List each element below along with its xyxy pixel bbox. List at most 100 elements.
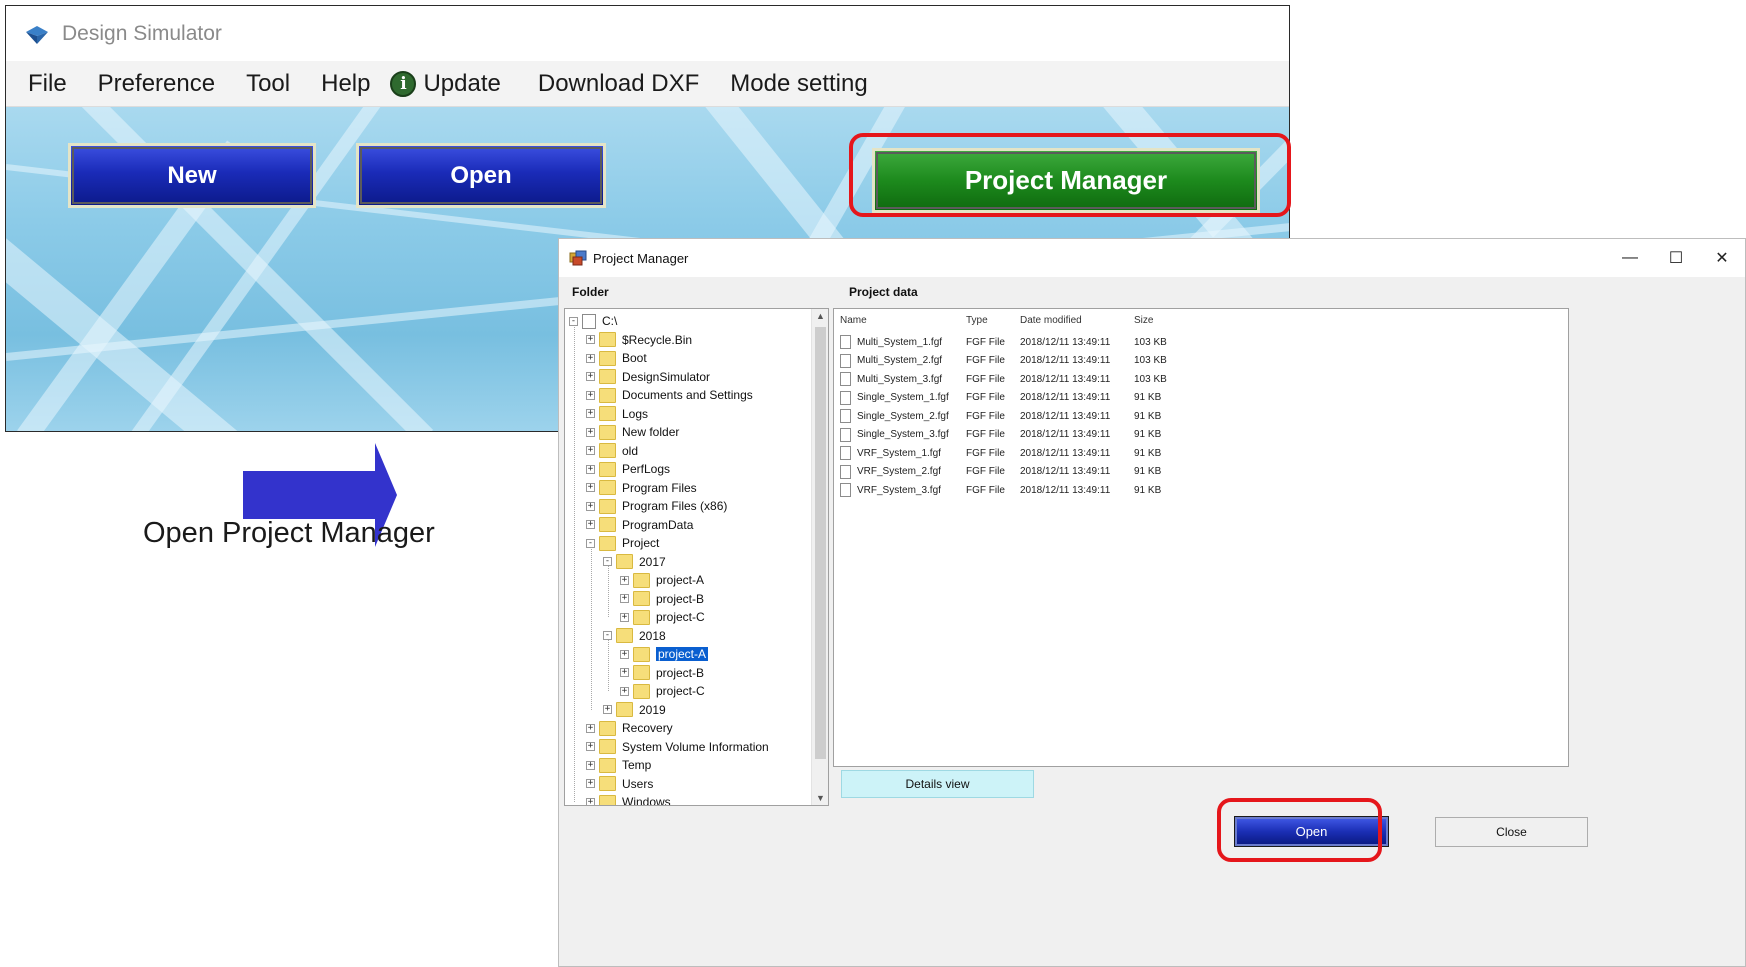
tree-item[interactable]: +2019 [603, 701, 666, 719]
file-list[interactable]: Name Type Date modified Size Multi_Syste… [833, 308, 1569, 767]
folder-icon [599, 720, 616, 736]
tree-scrollbar[interactable]: ▲ ▼ [811, 309, 828, 805]
expand-icon[interactable]: + [586, 797, 595, 805]
folder-icon [616, 702, 633, 717]
file-row[interactable]: Multi_System_3.fgf FGF File 2018/12/11 13:… [840, 370, 1220, 388]
tree-item[interactable]: + Program Files [586, 479, 697, 497]
file-name: Single_System_3.fgf [857, 429, 949, 440]
minimize-icon[interactable]: — [1607, 239, 1653, 277]
expand-icon[interactable]: + [586, 446, 595, 455]
tree-item[interactable]: - Project [586, 534, 659, 552]
collapse-icon[interactable]: - [603, 557, 612, 566]
tree-item[interactable]: + Windows [586, 793, 671, 805]
expand-icon[interactable]: + [620, 612, 629, 622]
column-name[interactable]: Name [840, 315, 867, 326]
expand-icon[interactable]: + [620, 686, 629, 696]
expand-icon[interactable]: + [620, 594, 629, 603]
collapse-icon[interactable]: - [603, 631, 612, 640]
expand-icon[interactable]: + [586, 501, 595, 511]
menu-preference[interactable]: Preference [98, 70, 215, 98]
new-button[interactable]: New [68, 143, 316, 208]
collapse-icon[interactable]: - [586, 538, 595, 548]
scrollbar-thumb[interactable] [815, 327, 826, 759]
folder-tree[interactable]: - C:\ + $Recycle.Bin + Boot + DesignSimulator + D… [564, 308, 829, 806]
menu-mode-setting[interactable]: Mode setting [730, 70, 867, 98]
tree-item-label: Program Files (x86) [622, 499, 728, 513]
tree-item[interactable]: - 2017 [603, 553, 666, 571]
tree-item-label: Project [622, 536, 660, 550]
expand-icon[interactable]: + [586, 742, 595, 751]
tree-item-label: project-B [656, 665, 705, 680]
expand-icon[interactable]: + [586, 520, 595, 529]
expand-icon[interactable]: + [586, 372, 595, 381]
tree-item[interactable]: + Recovery [586, 719, 673, 737]
menu-file[interactable]: File [28, 70, 67, 98]
tree-item[interactable]: + project-C [620, 682, 705, 700]
folder-icon [599, 757, 616, 773]
tree-item[interactable]: - C:\ [569, 312, 617, 330]
file-name: VRF_System_2.fgf [857, 466, 941, 477]
column-type[interactable]: Type [966, 315, 988, 326]
menu-tool[interactable]: Tool [246, 70, 290, 98]
tree-item[interactable]: + $Recycle.Bin [586, 331, 692, 349]
expand-icon[interactable]: + [586, 760, 595, 770]
tree-item[interactable]: + System Volume Information [586, 738, 769, 756]
tree-item[interactable]: - 2018 [603, 627, 666, 645]
expand-icon[interactable]: + [620, 668, 629, 677]
expand-icon[interactable]: + [620, 575, 629, 585]
tree-item[interactable]: + Temp [586, 756, 651, 774]
tree-item[interactable]: + project-C [620, 608, 705, 626]
expand-icon[interactable]: + [603, 705, 612, 714]
expand-icon[interactable]: + [586, 353, 595, 363]
collapse-icon[interactable]: - [569, 316, 578, 326]
open-button[interactable]: Open [356, 143, 606, 208]
file-row[interactable]: Single_System_2.fgf FGF File 2018/12/11 13… [840, 407, 1220, 425]
tree-item[interactable]: + old [586, 442, 638, 460]
tree-item[interactable]: + PerfLogs [586, 460, 670, 478]
column-date-modified[interactable]: Date modified [1020, 315, 1082, 326]
scroll-down-icon[interactable]: ▼ [812, 793, 828, 803]
file-size: 103 KB [1134, 355, 1167, 366]
tree-item[interactable]: + project-B [620, 664, 704, 682]
expand-icon[interactable]: + [586, 335, 595, 344]
tree-item[interactable]: + Boot [586, 349, 647, 367]
file-row[interactable]: VRF_System_3.fgf FGF File 2018/12/11 13:49… [840, 481, 1220, 499]
details-view-button[interactable]: Details view [841, 770, 1034, 798]
expand-icon[interactable]: + [586, 779, 595, 788]
menu-help[interactable]: Help [321, 70, 370, 98]
file-row[interactable]: VRF_System_1.fgf FGF File 2018/12/11 13:49… [840, 444, 1220, 462]
file-row[interactable]: Multi_System_2.fgf FGF File 2018/12/11 13:… [840, 352, 1220, 370]
tree-item[interactable]: + Program Files (x86) [586, 497, 727, 515]
expand-icon[interactable]: + [586, 409, 595, 418]
tree-item[interactable]: + ProgramData [586, 516, 693, 534]
tree-item[interactable]: + project-B [620, 590, 704, 608]
expand-icon[interactable]: + [586, 427, 595, 437]
tree-item[interactable]: + New folder [586, 423, 679, 441]
menu-download-dxf[interactable]: Download DXF [538, 70, 699, 98]
expand-icon[interactable]: + [586, 483, 595, 492]
dialog-close-button[interactable]: Close [1435, 817, 1588, 847]
maximize-icon[interactable]: ☐ [1653, 239, 1699, 277]
tree-item[interactable]: + Documents and Settings [586, 386, 753, 404]
file-row[interactable]: VRF_System_2.fgf FGF File 2018/12/11 13:49… [840, 463, 1220, 481]
file-row[interactable]: Multi_System_1.fgf FGF File 2018/12/11 13:… [840, 333, 1220, 351]
tree-item[interactable]: + DesignSimulator [586, 368, 710, 386]
scroll-up-icon[interactable]: ▲ [812, 311, 828, 321]
expand-icon[interactable]: + [620, 649, 629, 659]
tree-item[interactable]: + project-A [620, 645, 709, 663]
file-date: 2018/12/11 13:49:11 [1020, 373, 1111, 385]
dialog-title-bar: Project Manager [559, 239, 1745, 277]
expand-icon[interactable]: + [586, 390, 595, 400]
tree-item-label: Users [622, 776, 654, 791]
tree-item[interactable]: + Logs [586, 405, 648, 423]
expand-icon[interactable]: + [586, 464, 595, 474]
tree-item[interactable]: + Users [586, 775, 653, 793]
close-icon[interactable]: ✕ [1699, 239, 1745, 277]
tree-item[interactable]: + project-A [620, 571, 704, 589]
expand-icon[interactable]: + [586, 723, 595, 733]
file-type: FGF File [966, 410, 1005, 422]
menu-update[interactable]: i Update [390, 70, 501, 98]
file-row[interactable]: Single_System_3.fgf FGF File 2018/12/11 13… [840, 426, 1220, 444]
column-size[interactable]: Size [1134, 315, 1153, 326]
file-row[interactable]: Single_System_1.fgf FGF File 2018/12/11 13… [840, 389, 1220, 407]
